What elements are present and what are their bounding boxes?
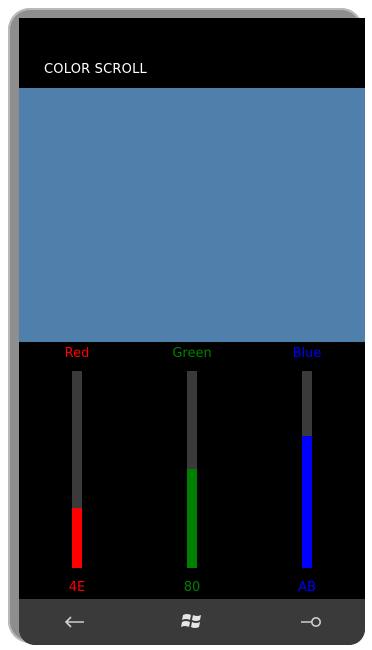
color-preview (19, 88, 365, 342)
navigation-bar (19, 599, 365, 645)
green-label: Green (172, 346, 212, 361)
blue-slider[interactable] (302, 371, 312, 568)
blue-label: Blue (292, 346, 322, 361)
red-slider-fill (72, 508, 82, 568)
red-label: Red (64, 346, 90, 361)
page-title: COLOR SCROLL (44, 62, 147, 77)
windows-logo-icon[interactable] (172, 609, 212, 637)
screen: COLOR SCROLL Red 4E Green 80 Blue AB (19, 18, 365, 645)
green-slider[interactable] (187, 371, 197, 568)
green-value: 80 (183, 580, 201, 595)
back-arrow-icon[interactable] (54, 609, 94, 637)
blue-value: AB (298, 580, 316, 595)
red-value: 4E (68, 580, 86, 595)
blue-slider-fill (302, 436, 312, 568)
green-slider-fill (187, 469, 197, 568)
search-icon[interactable] (291, 609, 331, 637)
red-slider[interactable] (72, 371, 82, 568)
